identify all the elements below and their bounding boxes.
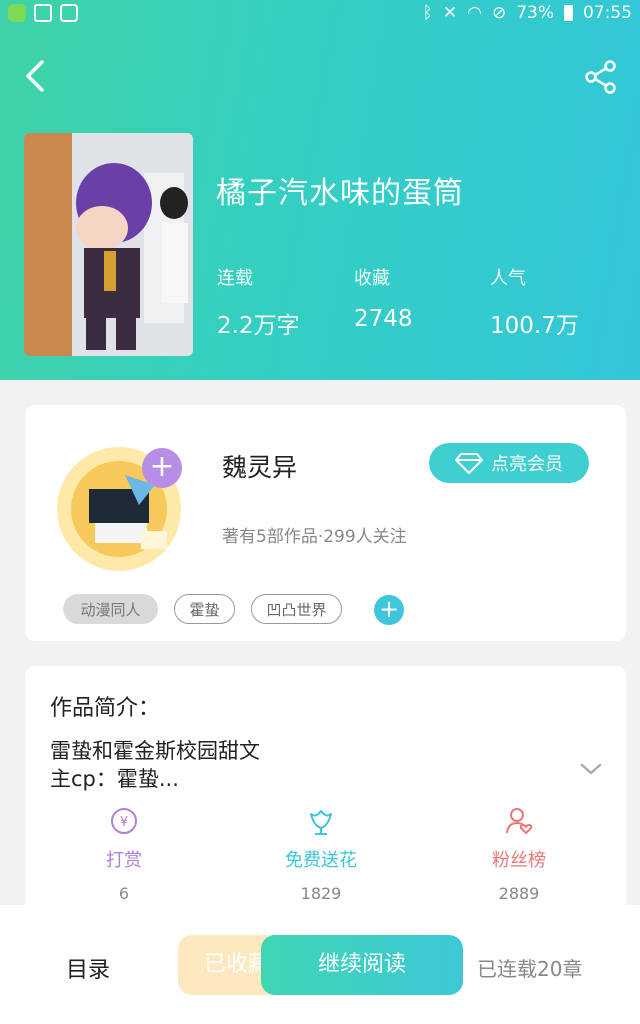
android-icon (8, 4, 26, 22)
stat-popularity: 人气 100.7万 (490, 264, 579, 340)
author-name[interactable]: 魏灵异 (222, 448, 297, 484)
stat-serialized: 连载 2.2万字 (217, 264, 300, 340)
send-flower-action[interactable]: 免费送花 1829 (241, 806, 401, 903)
tag-pairing[interactable]: 霍蛰 (174, 594, 235, 624)
action-count: 6 (118, 884, 130, 903)
tag-world[interactable]: 凹凸世界 (251, 594, 342, 624)
action-count: 1829 (300, 884, 342, 903)
action-label: 免费送花 (285, 850, 357, 871)
fan-heart-icon (506, 808, 533, 834)
toc-button[interactable]: 目录 (66, 952, 110, 984)
bluetooth-icon: ᛒ (422, 3, 433, 23)
action-label: 粉丝榜 (492, 850, 546, 871)
continue-reading-button[interactable]: 继续阅读 (261, 935, 463, 995)
yen-coin-icon: ¥ (111, 808, 137, 834)
stat-favorites: 收藏 2748 (354, 264, 413, 332)
svg-text:¥: ¥ (120, 815, 128, 830)
vip-button[interactable]: 点亮会员 (429, 443, 589, 483)
reward-action[interactable]: ¥ 打赏 6 (44, 806, 204, 903)
wifi-icon: ◠ (467, 3, 482, 23)
stat-label: 连载 (217, 268, 253, 289)
stat-label: 收藏 (354, 268, 390, 289)
serial-status: 已连载20章 (477, 957, 583, 981)
diamond-icon (455, 453, 483, 474)
intro-heading: 作品简介： (50, 696, 161, 721)
battery-icon (564, 5, 573, 21)
stat-label: 人气 (490, 268, 526, 289)
dnd-icon: ⊘ (491, 3, 507, 23)
back-arrow-icon[interactable] (22, 58, 54, 94)
image-icon (34, 4, 52, 22)
add-tag-button[interactable]: + (374, 595, 404, 625)
flower-icon (310, 810, 332, 835)
fan-ranking-action[interactable]: 粉丝榜 2889 (439, 806, 599, 903)
book-cover-image[interactable] (24, 133, 193, 356)
battery-level: 73% (516, 3, 554, 23)
intro-line: 雷蛰和霍金斯校园甜文 (50, 739, 260, 763)
follow-plus-button[interactable]: + (142, 448, 182, 488)
book-title: 橘子汽水味的蛋筒 (216, 176, 464, 211)
action-label: 打赏 (106, 850, 142, 871)
vip-button-label: 点亮会员 (491, 454, 563, 475)
chevron-down-icon[interactable] (578, 760, 604, 778)
mute-icon: ✕ (442, 3, 458, 23)
stat-value: 2748 (354, 306, 413, 332)
status-bar: ᛒ ✕ ◠ ⊘ 73% 07:55 (0, 0, 640, 30)
clock: 07:55 (583, 3, 632, 23)
app-icon (60, 4, 78, 22)
intro-line: 主cp：霍蛰... (50, 767, 179, 791)
action-count: 2889 (498, 884, 540, 903)
stat-value: 2.2万字 (217, 313, 300, 339)
tag-anime-fan[interactable]: 动漫同人 (63, 594, 158, 624)
stat-value: 100.7万 (490, 313, 579, 339)
author-info: 著有5部作品·299人关注 (222, 527, 407, 547)
share-icon[interactable] (584, 60, 618, 94)
